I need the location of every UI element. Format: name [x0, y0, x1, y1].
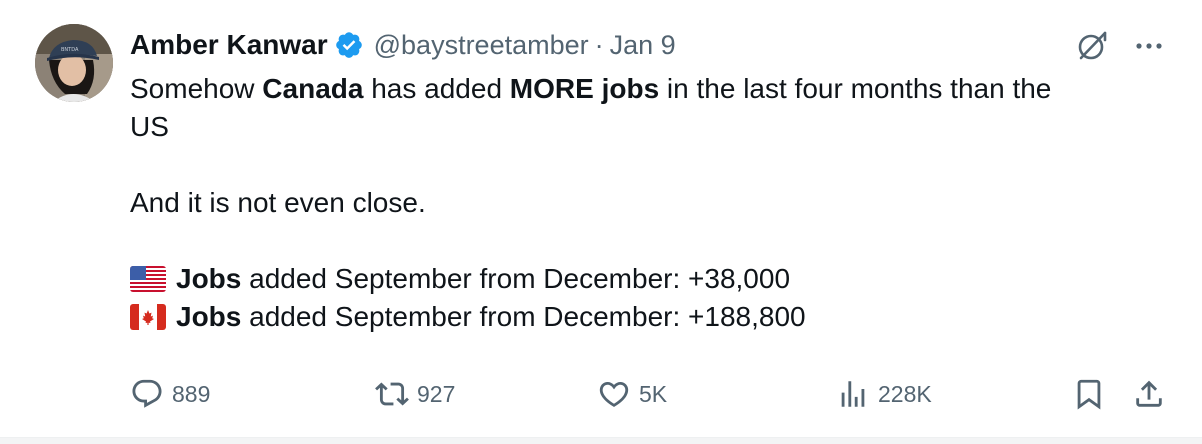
timestamp[interactable]: Jan 9 — [610, 30, 676, 61]
tweet-actions: 889 927 5K 228K — [130, 372, 1170, 416]
divider — [0, 437, 1202, 444]
us-jobs-line: Jobs added September from December: +38,… — [130, 260, 1170, 298]
top-actions — [1074, 28, 1166, 64]
like-icon — [597, 377, 631, 411]
canada-flag-icon — [130, 304, 166, 330]
reply-button[interactable]: 889 — [130, 372, 210, 416]
avatar[interactable]: BNTDA — [35, 24, 113, 102]
tweet-line-2: US — [130, 111, 169, 142]
tweet-line-1: Somehow Canada has added MORE jobs in th… — [130, 73, 1052, 104]
separator-dot: · — [594, 29, 604, 60]
repost-button[interactable]: 927 — [375, 372, 455, 416]
bold-canada: Canada — [262, 73, 364, 104]
repost-count: 927 — [417, 380, 456, 407]
canada-jobs-line: Jobs added September from December: +188… — [130, 298, 1170, 336]
bold-more-jobs: MORE jobs — [509, 73, 660, 104]
tweet-card[interactable]: BNTDA Amber Kanwar @baystreetamber · Jan… — [0, 0, 1202, 444]
reply-icon — [130, 377, 164, 411]
like-count: 5K — [639, 380, 668, 407]
reply-count: 889 — [172, 380, 211, 407]
like-button[interactable]: 5K — [597, 372, 667, 416]
more-icon[interactable] — [1132, 29, 1166, 63]
views-count: 228K — [878, 380, 932, 407]
repost-icon — [375, 377, 409, 411]
views-button[interactable]: 228K — [836, 372, 932, 416]
handle[interactable]: @baystreetamber — [374, 30, 589, 61]
views-icon — [836, 377, 870, 411]
display-name[interactable]: Amber Kanwar — [130, 29, 328, 61]
share-button[interactable] — [1132, 372, 1166, 416]
verified-badge-icon — [334, 30, 364, 60]
bookmark-icon — [1072, 377, 1106, 411]
tweet-line-3: And it is not even close. — [130, 187, 426, 218]
tweet-text: Somehow Canada has added MORE jobs in th… — [130, 70, 1170, 336]
tweet-header: Amber Kanwar @baystreetamber · Jan 9 — [130, 26, 676, 64]
share-icon — [1132, 377, 1166, 411]
svg-text:BNTDA: BNTDA — [61, 47, 79, 53]
bookmark-button[interactable] — [1072, 372, 1106, 416]
grok-icon[interactable] — [1074, 28, 1110, 64]
us-flag-icon — [130, 266, 166, 292]
